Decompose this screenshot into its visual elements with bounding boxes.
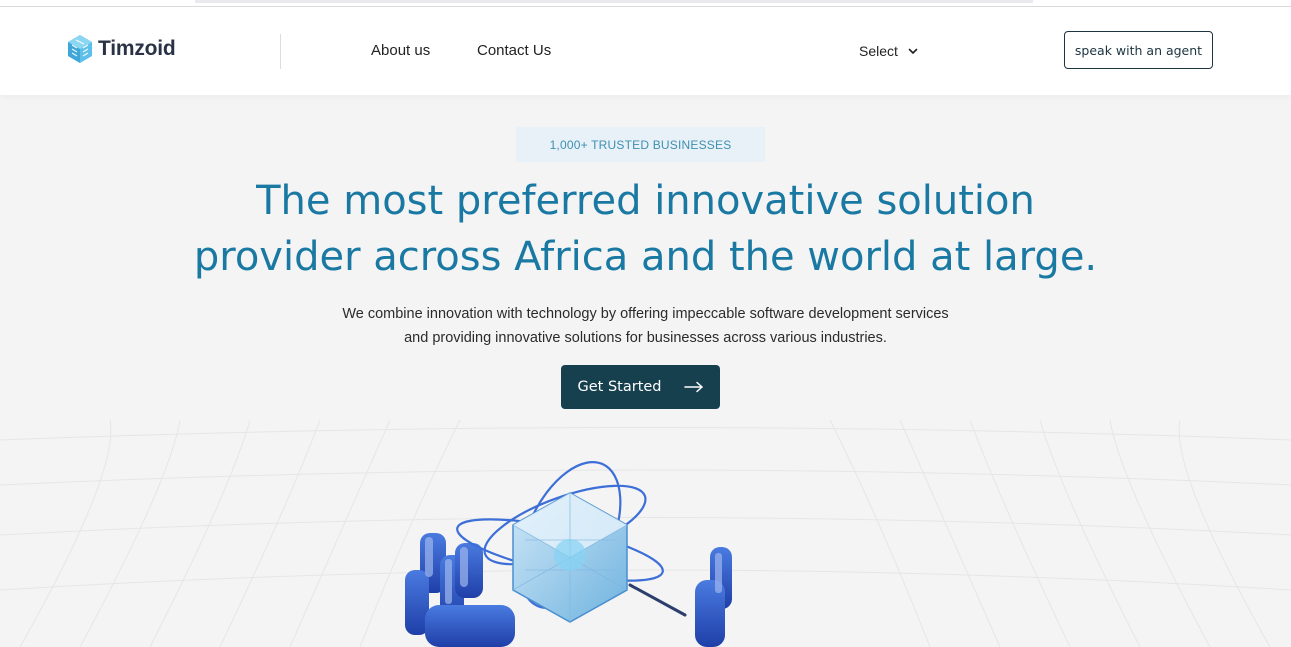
- get-started-label: Get Started: [577, 379, 662, 395]
- brand-name: Timzoid: [98, 37, 176, 60]
- trusted-businesses-badge: 1,000+ TRUSTED BUSINESSES: [516, 127, 765, 162]
- brand-logo[interactable]: Timzoid: [66, 34, 176, 64]
- browser-top-strip: [0, 0, 1291, 7]
- speak-with-agent-button[interactable]: speak with an agent: [1064, 31, 1213, 69]
- site-header: Timzoid About us Contact Us Select speak…: [0, 7, 1291, 95]
- headline-line-1: The most preferred innovative solution: [256, 178, 1035, 224]
- language-select[interactable]: Select: [859, 43, 918, 59]
- hero-description: We combine innovation with technology by…: [0, 302, 1291, 350]
- description-line-1: We combine innovation with technology by…: [342, 306, 949, 322]
- arrow-right-icon: [683, 381, 703, 393]
- nav-about-link[interactable]: About us: [371, 42, 430, 59]
- select-label: Select: [859, 43, 898, 59]
- description-line-2: and providing innovative solutions for b…: [404, 330, 887, 346]
- hexagon-cube-logo-icon: [68, 35, 92, 63]
- robot-hands-crystal-illustration: [405, 461, 732, 647]
- nav-contact-link[interactable]: Contact Us: [477, 42, 551, 59]
- chevron-down-icon: [908, 48, 918, 54]
- top-strip-bar: [195, 0, 1033, 3]
- header-divider: [280, 34, 281, 69]
- headline-line-2: provider across Africa and the world at …: [193, 234, 1098, 280]
- hero-headline: The most preferred innovative solution p…: [0, 173, 1291, 285]
- get-started-button[interactable]: Get Started: [561, 365, 720, 409]
